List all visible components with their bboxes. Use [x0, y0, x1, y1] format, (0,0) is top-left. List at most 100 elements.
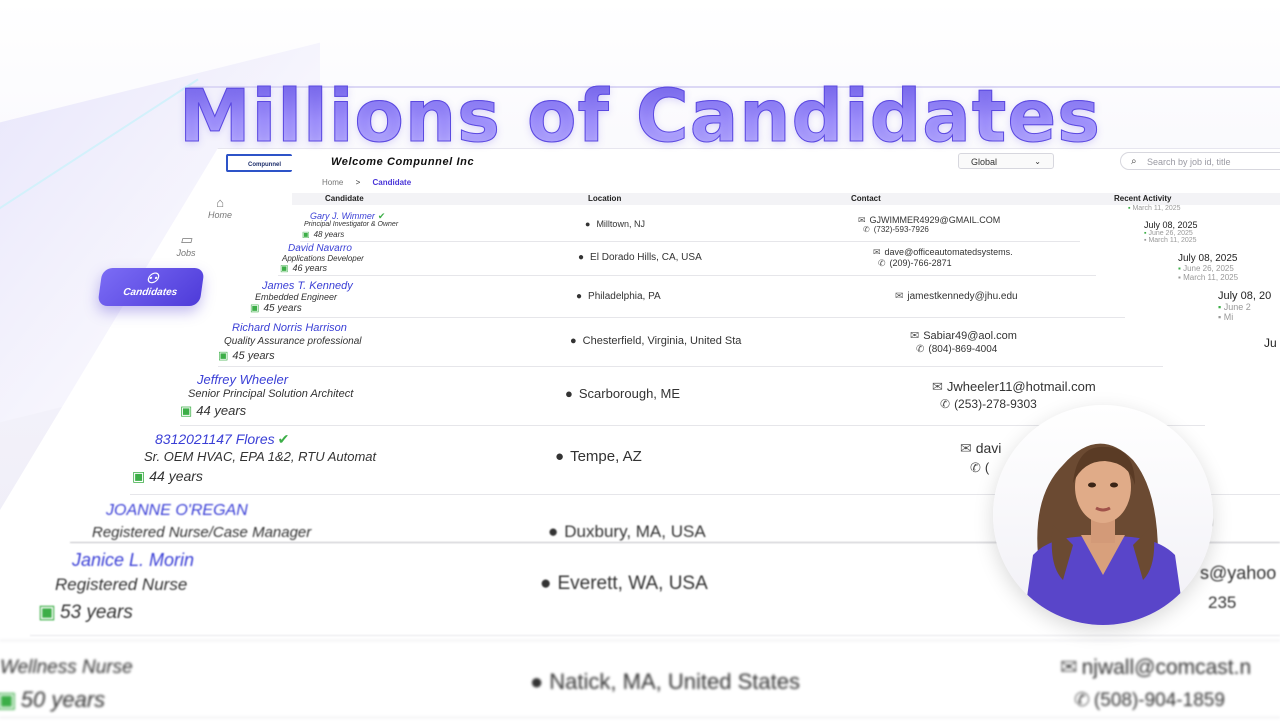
candidate-email[interactable]: ✉ njwall@comcast.n [1060, 655, 1251, 680]
activity-icon: ▪ [1178, 264, 1181, 273]
sidebar-item-jobs[interactable]: ▭ Jobs [166, 232, 206, 258]
breadcrumb-current: Candidate [372, 178, 412, 187]
candidate-email[interactable]: ✉ davi [960, 440, 1001, 457]
activity-date: ▪ March 11, 2025 [1144, 237, 1197, 244]
activity-date: ▪ March 11, 2025 [1178, 273, 1239, 282]
candidate-title: Applications Developer [282, 254, 364, 263]
candidate-title: Senior Principal Solution Architect [188, 388, 354, 400]
activity-entry: July 08, 2025 ▪ June 26, 2025 ▪ March 11… [1178, 253, 1238, 282]
activity-date: ▪ March 11, 2025 [1128, 205, 1181, 212]
activity-date: ▪ June 26, 2025 [1144, 230, 1193, 237]
sidebar-item-candidates[interactable]: ⚇ Candidates [97, 268, 205, 306]
breadcrumb: Home > Candidate [322, 178, 411, 187]
briefcase-icon: ▣ [302, 230, 310, 239]
breadcrumb-home[interactable]: Home [322, 178, 343, 187]
column-candidate[interactable]: Candidate [325, 194, 364, 203]
candidate-email[interactable]: ✉ Sabiar49@aol.com [910, 329, 1017, 342]
candidate-title: Quality Assurance professional [224, 336, 362, 347]
column-location[interactable]: Location [588, 194, 621, 203]
activity-icon: ▪ [1144, 237, 1147, 244]
sidebar-item-label: Jobs [176, 248, 196, 258]
candidate-title: Principal Investigator & Owner [304, 221, 399, 228]
candidate-location: ● Natick, MA, United States [530, 669, 800, 694]
phone-icon: ✆ [1074, 690, 1090, 711]
table-row[interactable]: James T. Kennedy Embedded Engineer ▣ 45 y… [250, 279, 1125, 318]
candidate-location: ● Duxbury, MA, USA [548, 522, 706, 541]
table-header: Candidate Location Contact Recent Activi… [292, 193, 1280, 205]
candidate-name[interactable]: Richard Norris Harrison [232, 322, 347, 334]
location-pin-icon: ● [576, 291, 583, 302]
candidate-experience: ▣ 45 years [218, 350, 275, 362]
candidate-location: ● Chesterfield, Virginia, United Sta [570, 335, 742, 347]
candidate-experience: ▣ 46 years [280, 263, 328, 273]
candidate-phone[interactable]: ✆ (253)-278-9303 [940, 397, 1037, 411]
candidate-title: Sr. OEM HVAC, EPA 1&2, RTU Automat [144, 449, 377, 464]
candidate-email[interactable]: s@yahoo [1200, 563, 1276, 584]
candidate-name[interactable]: David Navarro [288, 243, 352, 254]
candidate-phone[interactable]: ✆ (209)-766-2871 [878, 258, 952, 269]
briefcase-icon: ▣ [280, 263, 289, 273]
mail-icon: ✉ [932, 379, 943, 394]
location-pin-icon: ● [570, 335, 577, 347]
candidate-location: ● El Dorado Hills, CA, USA [578, 252, 702, 263]
candidate-phone[interactable]: ✆( [970, 460, 989, 476]
activity-date-main: July 08, 2025 [1144, 220, 1198, 230]
candidate-location: ● Milltown, NJ [585, 219, 645, 229]
candidate-name[interactable]: 8312021147 Flores ✔ [155, 431, 289, 448]
mail-icon: ✉ [873, 247, 881, 257]
activity-date: ▪ June 26, 2025 [1178, 264, 1234, 273]
table-row[interactable]: Wellness Nurse ▣ 50 years ● Natick, MA, Un… [0, 640, 1280, 718]
verified-icon: ✔ [277, 431, 290, 447]
candidate-phone[interactable]: ✆ (804)-869-4004 [916, 344, 997, 355]
breadcrumb-separator-icon: > [355, 178, 361, 187]
activity-date: ▪ Mi [1218, 312, 1234, 322]
candidate-phone[interactable]: ✆ (732)-593-7926 [863, 225, 929, 234]
column-recent-activity[interactable]: Recent Activity [1114, 194, 1172, 203]
phone-icon: ✆ [863, 225, 870, 234]
activity-entry: July 08, 2025 ▪ June 26, 2025 ▪ March 11… [1144, 220, 1198, 244]
phone-icon: ✆ [940, 397, 951, 411]
phone-icon: ✆ [878, 258, 886, 268]
location-pin-icon: ● [530, 669, 544, 694]
table-row[interactable]: Gary J. Wimmer ✔ Principal Investigator &… [300, 209, 1080, 242]
activity-entry: Ju [1264, 336, 1277, 350]
candidate-title: Embedded Engineer [255, 292, 338, 302]
briefcase-icon: ▣ [218, 350, 229, 362]
candidate-location: ● Philadelphia, PA [576, 291, 661, 302]
sidebar-item-label: Candidates [122, 287, 178, 298]
table-row[interactable]: David Navarro Applications Developer ▣ 46… [278, 241, 1096, 276]
candidate-location: ● Tempe, AZ [555, 448, 642, 465]
candidate-title: Registered Nurse/Case Manager [92, 524, 312, 541]
mail-icon: ✉ [1060, 656, 1078, 679]
activity-date: ▪ June 2 [1218, 302, 1251, 312]
candidate-name[interactable]: JOANNE O'REGAN [106, 502, 248, 520]
candidate-phone[interactable]: ✆ (508)-904-1859 [1074, 689, 1225, 712]
headline: Millions of Candidates [0, 74, 1280, 159]
sidebar-item-home[interactable]: ⌂ Home [200, 195, 240, 220]
candidate-email[interactable]: ✉ dave@officeautomatedsystems. [873, 247, 1013, 258]
candidate-email[interactable]: ✉ jamestkennedy@jhu.edu [895, 291, 1018, 302]
mail-icon: ✉ [910, 330, 920, 342]
location-pin-icon: ● [555, 448, 565, 465]
mail-icon: ✉ [895, 291, 904, 302]
candidate-name[interactable]: Jeffrey Wheeler [197, 372, 288, 387]
column-contact[interactable]: Contact [851, 194, 881, 203]
sidebar-item-label: Home [207, 210, 232, 220]
candidate-email[interactable]: ✉ Jwheeler11@hotmail.com [932, 379, 1096, 395]
candidate-name[interactable]: James T. Kennedy [262, 280, 353, 292]
candidate-phone[interactable]: 235 [1208, 593, 1236, 613]
briefcase-icon: ▣ [250, 303, 260, 314]
candidate-experience: ▣ 50 years [0, 687, 105, 713]
presenter-avatar [993, 405, 1213, 625]
activity-date-main: Ju [1264, 336, 1277, 350]
candidate-location: ● Everett, WA, USA [540, 573, 708, 594]
region-select-value: Global [971, 157, 998, 167]
briefcase-icon: ▣ [132, 468, 146, 484]
candidate-name[interactable]: Janice L. Morin [72, 550, 194, 571]
candidate-location: ● Scarborough, ME [565, 386, 681, 401]
activity-entry: July 08, 20 ▪ June 2 ▪ Mi [1218, 290, 1271, 322]
presenter-avatar-image [993, 405, 1213, 625]
phone-icon: ✆ [916, 344, 925, 355]
table-row[interactable]: Richard Norris Harrison Quality Assuranc… [218, 320, 1163, 367]
location-pin-icon: ● [565, 386, 573, 401]
